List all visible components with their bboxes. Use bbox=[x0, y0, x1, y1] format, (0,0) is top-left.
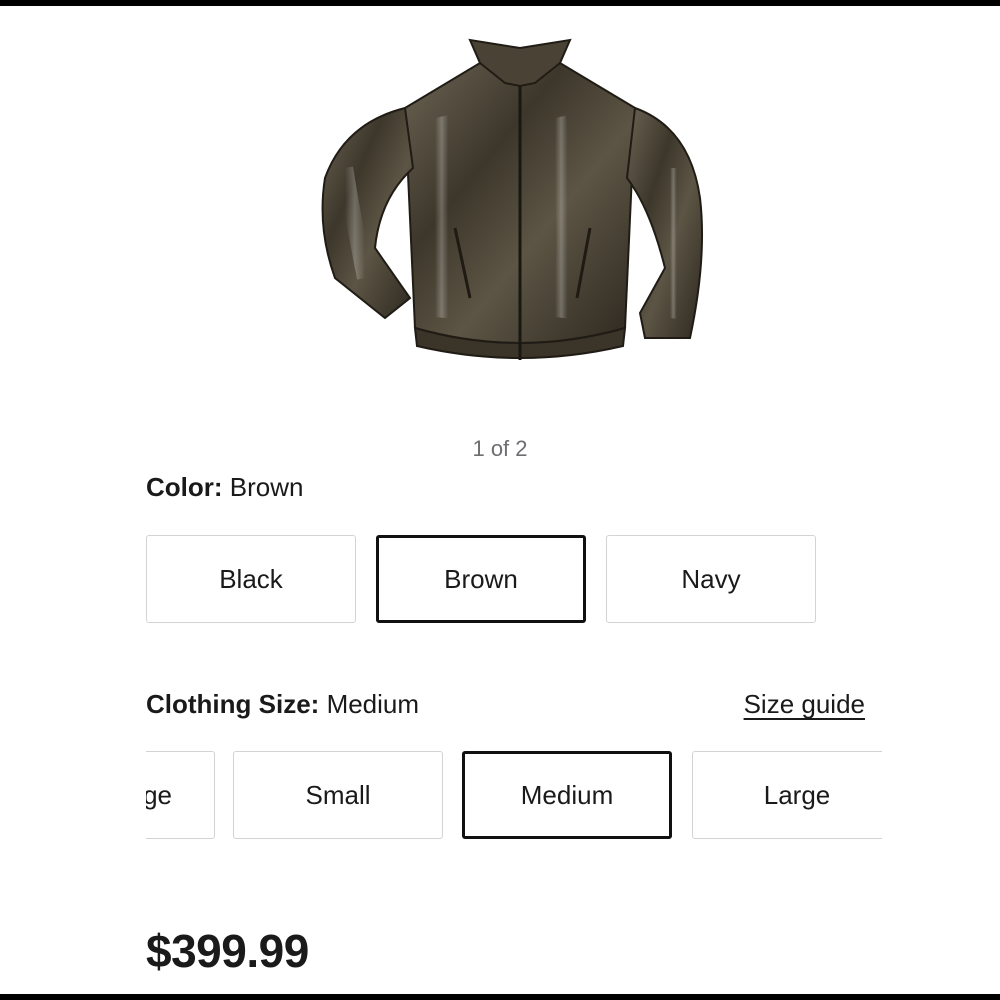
color-label: Color: Brown bbox=[146, 472, 303, 503]
size-label: Clothing Size: Medium bbox=[146, 689, 419, 720]
size-option-small[interactable]: Small bbox=[233, 751, 443, 839]
image-counter: 1 of 2 bbox=[472, 436, 528, 461]
size-selected-value: Medium bbox=[326, 689, 420, 719]
color-option-brown[interactable]: Brown bbox=[376, 535, 586, 623]
color-selected-value: Brown bbox=[229, 472, 304, 502]
color-label-key: Color: bbox=[146, 472, 223, 502]
product-price: $399.99 bbox=[146, 925, 309, 977]
size-options[interactable]: ge Small Medium Large bbox=[146, 751, 882, 851]
size-option-medium[interactable]: Medium bbox=[462, 751, 672, 839]
product-detail-screen: 1 of 2 Color: Brown Black Brown Navy Clo… bbox=[0, 6, 1000, 994]
size-label-key: Clothing Size: bbox=[146, 689, 320, 719]
color-option-navy[interactable]: Navy bbox=[606, 535, 816, 623]
size-guide-link[interactable]: Size guide bbox=[744, 689, 865, 720]
size-option-large[interactable]: Large bbox=[692, 751, 882, 839]
size-option-partial[interactable]: ge bbox=[146, 751, 215, 839]
leather-jacket-image bbox=[321, 38, 703, 360]
color-option-black[interactable]: Black bbox=[146, 535, 356, 623]
product-image[interactable] bbox=[305, 28, 725, 378]
